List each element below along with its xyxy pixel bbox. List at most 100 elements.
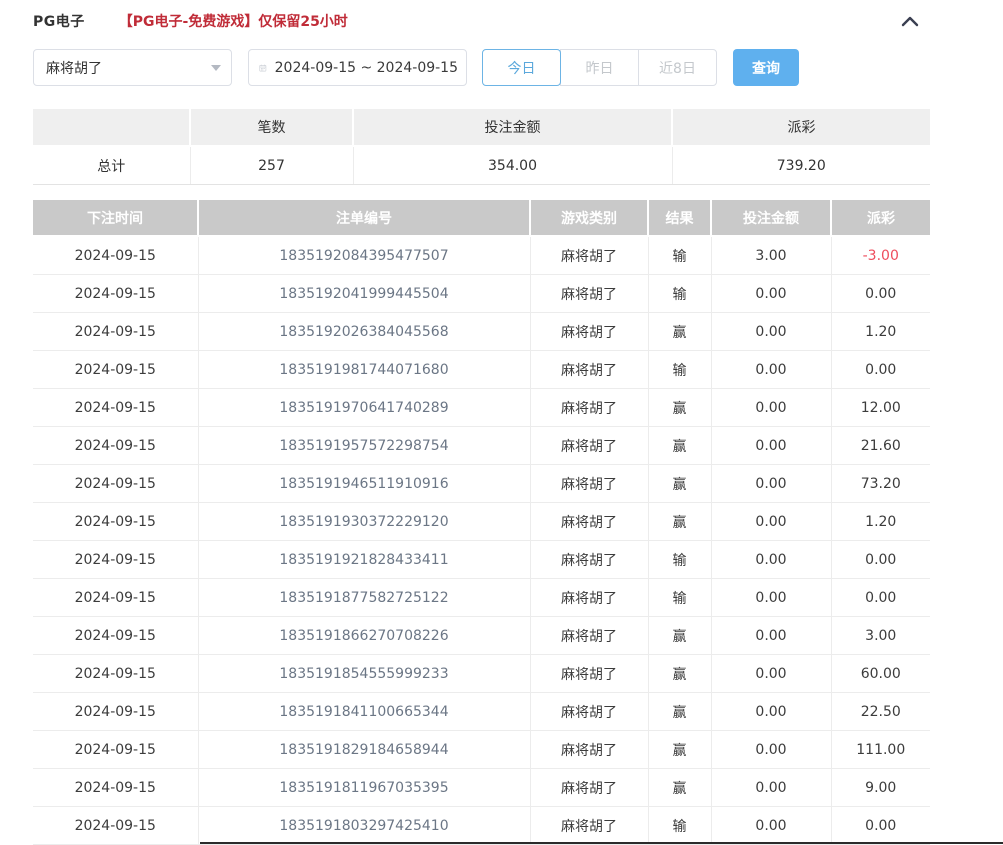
game-type-cell: 麻将胡了 bbox=[530, 693, 648, 731]
summary-header-row: 笔数投注金额派彩 bbox=[33, 109, 930, 146]
game-type-cell: 麻将胡了 bbox=[530, 427, 648, 465]
result-cell: 赢 bbox=[648, 313, 711, 351]
records-table: 下注时间注单编号游戏类别结果投注金额派彩 2024-09-15183519208… bbox=[33, 200, 930, 845]
bet-amount-cell: 3.00 bbox=[711, 236, 831, 275]
pg-records-panel: PG电子 【PG电子-免费游戏】仅保留25小时 麻将胡了 2024-09-15 … bbox=[0, 0, 930, 845]
bet-amount-cell: 0.00 bbox=[711, 275, 831, 313]
game-type-cell: 麻将胡了 bbox=[530, 541, 648, 579]
bet-date-cell: 2024-09-15 bbox=[33, 655, 198, 693]
payout-cell: 9.00 bbox=[831, 769, 930, 807]
collapse-panel-button[interactable] bbox=[898, 10, 922, 32]
result-cell: 赢 bbox=[648, 389, 711, 427]
bet-date-cell: 2024-09-15 bbox=[33, 275, 198, 313]
payout-cell: 111.00 bbox=[831, 731, 930, 769]
game-type-cell: 麻将胡了 bbox=[530, 313, 648, 351]
game-type-cell: 麻将胡了 bbox=[530, 351, 648, 389]
bet-amount-cell: 0.00 bbox=[711, 693, 831, 731]
game-type-cell: 麻将胡了 bbox=[530, 236, 648, 275]
payout-cell: 21.60 bbox=[831, 427, 930, 465]
game-type-cell: 麻将胡了 bbox=[530, 807, 648, 845]
summary-total-row: 总计 257 354.00 739.20 bbox=[33, 146, 930, 185]
result-cell: 赢 bbox=[648, 655, 711, 693]
table-row: 2024-09-151835191930372229120麻将胡了赢0.001.… bbox=[33, 503, 930, 541]
payout-cell: 0.00 bbox=[831, 351, 930, 389]
bet-date-cell: 2024-09-15 bbox=[33, 541, 198, 579]
payout-cell: 0.00 bbox=[831, 275, 930, 313]
bet-id-cell: 1835192084395477507 bbox=[198, 236, 530, 275]
panel-notice: 【PG电子-免费游戏】仅保留25小时 bbox=[119, 11, 348, 31]
table-row: 2024-09-151835192084395477507麻将胡了输3.00-3… bbox=[33, 236, 930, 275]
bet-date-cell: 2024-09-15 bbox=[33, 807, 198, 845]
payout-cell: 3.00 bbox=[831, 617, 930, 655]
bet-id-cell: 1835191981744071680 bbox=[198, 351, 530, 389]
payout-cell: 73.20 bbox=[831, 465, 930, 503]
search-button[interactable]: 查询 bbox=[733, 49, 799, 86]
date-range-value: 2024-09-15 ~ 2024-09-15 bbox=[275, 60, 458, 76]
game-select[interactable]: 麻将胡了 bbox=[33, 49, 232, 86]
payout-cell: 0.00 bbox=[831, 541, 930, 579]
payout-cell: 1.20 bbox=[831, 313, 930, 351]
payout-cell: 0.00 bbox=[831, 579, 930, 617]
bet-date-cell: 2024-09-15 bbox=[33, 731, 198, 769]
bet-date-cell: 2024-09-15 bbox=[33, 579, 198, 617]
bet-id-cell: 1835192041999445504 bbox=[198, 275, 530, 313]
payout-cell: 0.00 bbox=[831, 807, 930, 845]
caret-down-icon bbox=[211, 65, 221, 71]
bet-id-cell: 1835192026384045568 bbox=[198, 313, 530, 351]
bet-id-cell: 1835191957572298754 bbox=[198, 427, 530, 465]
bet-amount-cell: 0.00 bbox=[711, 351, 831, 389]
quick-date-button-1[interactable]: 昨日 bbox=[560, 49, 639, 86]
records-column-header: 结果 bbox=[648, 200, 711, 236]
bet-amount-cell: 0.00 bbox=[711, 541, 831, 579]
date-range-input[interactable]: 2024-09-15 ~ 2024-09-15 bbox=[248, 49, 467, 86]
result-cell: 输 bbox=[648, 807, 711, 845]
game-type-cell: 麻将胡了 bbox=[530, 617, 648, 655]
bet-id-cell: 1835191841100665344 bbox=[198, 693, 530, 731]
payout-cell: -3.00 bbox=[831, 236, 930, 275]
result-cell: 输 bbox=[648, 275, 711, 313]
quick-date-button-0[interactable]: 今日 bbox=[482, 49, 561, 86]
result-cell: 赢 bbox=[648, 427, 711, 465]
bet-date-cell: 2024-09-15 bbox=[33, 351, 198, 389]
quick-date-button-group: 今日昨日近8日 bbox=[482, 49, 717, 86]
bet-date-cell: 2024-09-15 bbox=[33, 427, 198, 465]
bet-id-cell: 1835191946511910916 bbox=[198, 465, 530, 503]
bet-amount-cell: 0.00 bbox=[711, 655, 831, 693]
table-row: 2024-09-151835191981744071680麻将胡了输0.000.… bbox=[33, 351, 930, 389]
game-select-value: 麻将胡了 bbox=[46, 58, 102, 78]
bet-date-cell: 2024-09-15 bbox=[33, 617, 198, 655]
result-cell: 赢 bbox=[648, 503, 711, 541]
chevron-up-icon bbox=[901, 15, 919, 27]
filter-row: 麻将胡了 2024-09-15 ~ 2024-09-15 今日昨日近8日 查询 bbox=[33, 49, 930, 86]
game-type-cell: 麻将胡了 bbox=[530, 465, 648, 503]
quick-date-button-2[interactable]: 近8日 bbox=[638, 49, 717, 86]
records-column-header: 派彩 bbox=[831, 200, 930, 236]
payout-cell: 12.00 bbox=[831, 389, 930, 427]
table-row: 2024-09-151835191877582725122麻将胡了输0.000.… bbox=[33, 579, 930, 617]
game-type-cell: 麻将胡了 bbox=[530, 275, 648, 313]
summary-count: 257 bbox=[190, 146, 353, 185]
summary-payout: 739.20 bbox=[672, 146, 930, 185]
bet-id-cell: 1835191866270708226 bbox=[198, 617, 530, 655]
bet-id-cell: 1835191921828433411 bbox=[198, 541, 530, 579]
payout-cell: 22.50 bbox=[831, 693, 930, 731]
game-type-cell: 麻将胡了 bbox=[530, 389, 648, 427]
summary-column-header: 笔数 bbox=[190, 109, 353, 146]
bet-id-cell: 1835191803297425410 bbox=[198, 807, 530, 845]
bet-date-cell: 2024-09-15 bbox=[33, 389, 198, 427]
table-row: 2024-09-151835191811967035395麻将胡了赢0.009.… bbox=[33, 769, 930, 807]
records-column-header: 注单编号 bbox=[198, 200, 530, 236]
payout-cell: 60.00 bbox=[831, 655, 930, 693]
table-row: 2024-09-151835191866270708226麻将胡了赢0.003.… bbox=[33, 617, 930, 655]
bet-amount-cell: 0.00 bbox=[711, 769, 831, 807]
records-header-row: 下注时间注单编号游戏类别结果投注金额派彩 bbox=[33, 200, 930, 236]
table-row: 2024-09-151835191841100665344麻将胡了赢0.0022… bbox=[33, 693, 930, 731]
summary-total-label: 总计 bbox=[33, 146, 190, 185]
bet-amount-cell: 0.00 bbox=[711, 617, 831, 655]
game-type-cell: 麻将胡了 bbox=[530, 769, 648, 807]
table-row: 2024-09-151835191829184658944麻将胡了赢0.0011… bbox=[33, 731, 930, 769]
table-row: 2024-09-151835192041999445504麻将胡了输0.000.… bbox=[33, 275, 930, 313]
bet-date-cell: 2024-09-15 bbox=[33, 465, 198, 503]
result-cell: 输 bbox=[648, 579, 711, 617]
records-column-header: 投注金额 bbox=[711, 200, 831, 236]
